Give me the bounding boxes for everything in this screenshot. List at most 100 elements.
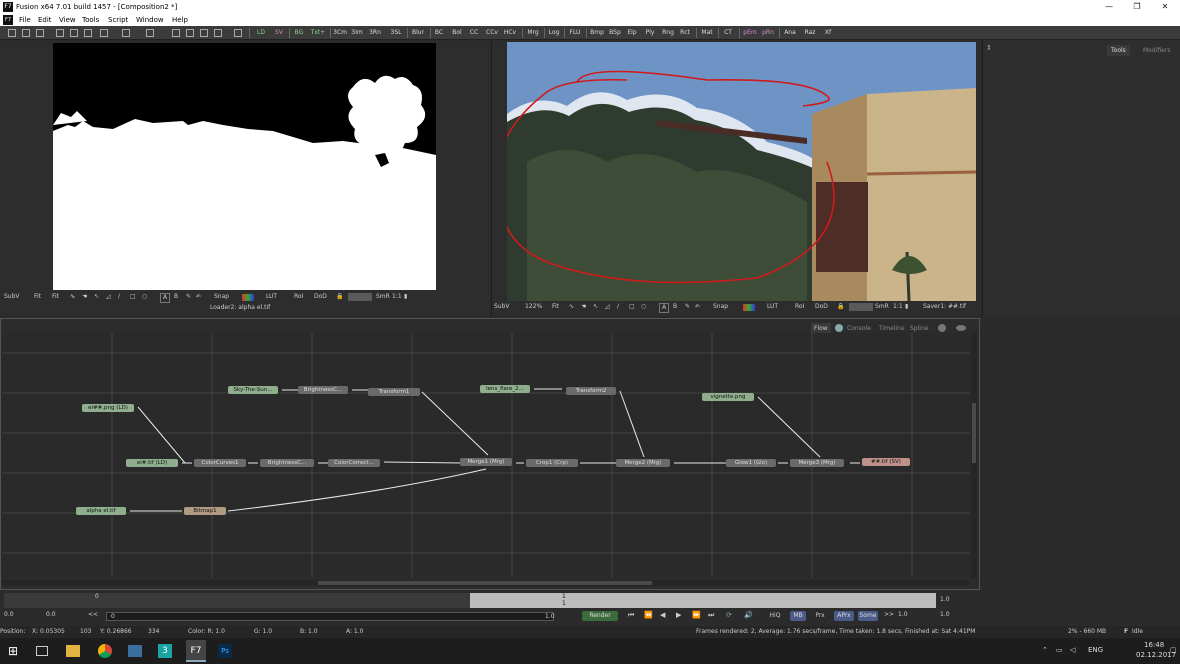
close-icon[interactable]: ✕ xyxy=(1152,0,1178,14)
rgb-button[interactable]: B xyxy=(174,292,178,302)
paste-icon[interactable] xyxy=(84,29,92,37)
brush-icon-right[interactable]: ✎ xyxy=(685,302,690,312)
tool-log[interactable]: Log xyxy=(547,27,561,39)
menu-view[interactable]: View xyxy=(59,14,76,26)
aprx-button[interactable]: APrx xyxy=(834,611,854,621)
bspline-icon[interactable]: ∕ xyxy=(118,292,120,302)
snap-button[interactable]: Snap xyxy=(214,292,229,302)
clock-time[interactable]: 16:48 xyxy=(1144,641,1164,649)
node-el-png[interactable]: el##.png (LD) xyxy=(82,404,134,412)
info-icon[interactable] xyxy=(835,324,843,332)
node-el-tif[interactable]: el#.tif (LD) xyxy=(126,459,178,467)
flow-scrollbar-horizontal[interactable] xyxy=(2,580,970,586)
lut-button[interactable]: LUT xyxy=(266,292,277,302)
node-lens-flare[interactable]: lens_flare_2... xyxy=(480,385,530,393)
global-start[interactable]: 0.0 xyxy=(4,611,14,618)
ellipse-icon-right[interactable]: ○ xyxy=(641,302,646,312)
pointer-icon[interactable] xyxy=(146,29,154,37)
menu-help[interactable]: Help xyxy=(172,14,188,26)
paint-icon-right[interactable]: ✍ xyxy=(695,302,700,312)
step-forward-icon[interactable]: ⏩ xyxy=(692,611,701,619)
menu-edit[interactable]: Edit xyxy=(38,14,52,26)
node-brightness-2[interactable]: BrightnessC... xyxy=(260,459,314,467)
tab-modifiers[interactable]: Modifiers xyxy=(1139,45,1174,56)
layout-2-icon[interactable] xyxy=(186,29,194,37)
loop-icon[interactable]: ⟳ xyxy=(726,611,732,619)
spline-icon-right[interactable]: ∿ xyxy=(569,302,574,312)
goto-start-icon[interactable]: ⏮ xyxy=(628,611,634,620)
task-view-icon[interactable] xyxy=(36,646,48,656)
tool-blur[interactable]: Blur xyxy=(410,27,426,39)
tool-bmp[interactable]: Bmp xyxy=(589,27,605,39)
tool-bol[interactable]: Bol xyxy=(450,27,464,39)
frame-slider[interactable]: 0 1.0 xyxy=(106,612,555,621)
paint-icon[interactable]: ✍ xyxy=(196,292,201,302)
pointer-icon-right[interactable]: ↖ xyxy=(593,302,598,312)
menu-script[interactable]: Script xyxy=(108,14,128,26)
tool-3sl[interactable]: 3SL xyxy=(388,27,404,39)
tool-ana[interactable]: Ana xyxy=(782,27,798,39)
tool-ct[interactable]: CT xyxy=(721,27,735,39)
tool-3rn[interactable]: 3Rn xyxy=(367,27,383,39)
brush-icon[interactable]: ✎ xyxy=(186,292,191,302)
zoom-value[interactable]: 122% xyxy=(525,302,542,312)
fit-button-right[interactable]: Fit xyxy=(552,302,559,312)
tool-mrg[interactable]: Mrg xyxy=(525,27,541,39)
copy-icon[interactable] xyxy=(70,29,78,37)
color-channel-icon[interactable] xyxy=(242,294,254,301)
notifications-icon[interactable]: ▢ xyxy=(1170,646,1177,654)
mb-button[interactable]: MB xyxy=(790,611,806,621)
lut-button-right[interactable]: LUT xyxy=(767,302,778,312)
node-merge3[interactable]: Merge3 (Mrg) xyxy=(790,459,844,467)
global-end[interactable]: 1.0 xyxy=(940,611,950,618)
pin-icon[interactable] xyxy=(234,29,242,37)
tool-elp[interactable]: Elp xyxy=(625,27,639,39)
redo-icon[interactable] xyxy=(122,29,130,37)
spline-icon[interactable]: ∿ xyxy=(70,292,75,302)
hand-icon[interactable]: ☚ xyxy=(82,292,87,302)
checker-icon-right[interactable] xyxy=(849,303,873,311)
tool-cc[interactable]: CC xyxy=(468,27,480,39)
render-start[interactable]: 0.0 xyxy=(46,611,56,618)
prev-arrows[interactable]: << xyxy=(88,611,98,618)
hand-icon-right[interactable]: ☚ xyxy=(581,302,586,312)
save-icon[interactable] xyxy=(36,29,44,37)
goto-end-icon[interactable]: ⏭ xyxy=(708,611,714,620)
ratio-button-right[interactable]: 1:1 xyxy=(893,302,903,312)
alpha-channel-icon-right[interactable]: A xyxy=(659,303,670,313)
layout-3-icon[interactable] xyxy=(200,29,208,37)
fusion-taskbar-icon[interactable]: F7 xyxy=(186,640,206,662)
bars-icon[interactable]: ▮ xyxy=(404,292,407,302)
lock-icon-right[interactable]: 🔒 xyxy=(837,302,844,312)
tool-bsp[interactable]: BSp xyxy=(607,27,623,39)
tool-ccv[interactable]: CCv xyxy=(485,27,499,39)
node-vignette[interactable]: vignette.png xyxy=(702,393,754,401)
node-merge1[interactable]: Merge1 (Mrg) xyxy=(460,458,512,466)
language-indicator[interactable]: ENG xyxy=(1088,646,1103,654)
tool-bg[interactable]: BG xyxy=(292,27,306,39)
photoshop-icon[interactable]: Ps xyxy=(218,644,232,658)
next-arrows[interactable]: >> xyxy=(884,611,894,618)
lock-icon[interactable]: 🔒 xyxy=(336,292,343,302)
tool-prn[interactable]: pRn xyxy=(760,27,776,39)
node-sky[interactable]: Sky-The-Sun... xyxy=(228,386,278,394)
windows-start-icon[interactable]: ⊞ xyxy=(8,642,26,660)
node-transform2[interactable]: Transform2 xyxy=(566,387,616,395)
app-icon[interactable] xyxy=(128,645,142,657)
time-ruler[interactable]: 0 1 1 1.0 xyxy=(0,591,980,610)
polyline-icon-right[interactable]: ◿ xyxy=(605,302,610,312)
some-button[interactable]: Some xyxy=(858,611,878,621)
tool-pem[interactable]: pEm xyxy=(742,27,758,39)
undo-icon[interactable] xyxy=(100,29,108,37)
minimize-icon[interactable]: — xyxy=(1096,0,1122,14)
render-button[interactable]: Render xyxy=(582,611,618,621)
step-back-icon[interactable]: ⏪ xyxy=(644,611,653,619)
node-merge2[interactable]: Merge2 (Mrg) xyxy=(616,459,670,467)
flow-scrollbar-vertical[interactable] xyxy=(971,333,977,578)
tool-ld[interactable]: LD xyxy=(254,27,268,39)
node-glow1[interactable]: Glow1 (Glo) xyxy=(726,459,776,467)
tool-txt[interactable]: Txt+ xyxy=(309,27,327,39)
cut-icon[interactable] xyxy=(56,29,64,37)
volume-icon[interactable]: ◁ xyxy=(1070,646,1075,654)
rectangle-icon-right[interactable]: □ xyxy=(629,302,635,312)
